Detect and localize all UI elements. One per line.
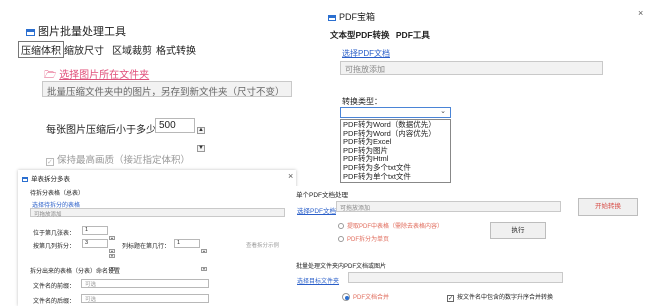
source-section-title: 待拆分表格（总表）: [30, 191, 85, 197]
pdf-close-icon[interactable]: ×: [638, 8, 643, 18]
prefix-input[interactable]: 可选: [81, 279, 209, 288]
extract-table-radio[interactable]: [338, 223, 344, 229]
merge-label: PDF文档合并: [353, 295, 390, 301]
sheet-index-input[interactable]: 1: [82, 226, 108, 235]
split-tool-title-text: 单表拆分多表: [31, 176, 70, 183]
spin-up-icon[interactable]: ▲: [109, 249, 115, 253]
sheet-index-label: 位于第几张表：: [33, 231, 76, 237]
split-pages-label: PDF拆分为单页: [347, 237, 390, 243]
execute-button[interactable]: 执行: [490, 222, 546, 239]
tab-resize[interactable]: 缩放尺寸: [64, 42, 104, 57]
keep-quality-row[interactable]: ✓ 保持最高画质（接近指定体积）: [46, 152, 190, 166]
convert-type-select[interactable]: ⌄: [340, 107, 451, 118]
tab-compress[interactable]: 压缩体积: [18, 41, 64, 58]
select-pdf-link[interactable]: 选择PDF文档: [342, 48, 390, 59]
pdf-tool-title-text: PDF宝箱: [339, 12, 376, 22]
image-tool-title: 图片批量处理工具: [26, 23, 126, 39]
spin-down-icon[interactable]: ▼: [201, 267, 207, 271]
convert-type-label: 转换类型：: [342, 97, 382, 106]
folder-icon: 🗁: [44, 70, 57, 81]
pdf-tool-window: PDF宝箱 × 文本型PDF转换 PDF工具 选择PDF文档 可拖放添加 转换类…: [322, 0, 648, 190]
size-down-icon[interactable]: ▼: [197, 145, 205, 152]
split-column-stepper[interactable]: ▲ ▼: [109, 239, 115, 271]
sort-checkbox[interactable]: ✓: [447, 295, 454, 302]
naming-section-title: 拆分出来的表格（分表）命名设置: [30, 269, 121, 275]
folder-drop-field[interactable]: 批量压缩文件夹中的图片，另存到新文件夹（尺寸不变）: [42, 81, 292, 98]
chevron-down-icon: ⌄: [440, 108, 446, 115]
tab-crop[interactable]: 区域裁剪: [112, 42, 152, 57]
split-column-input[interactable]: 3: [82, 239, 108, 248]
image-tool-title-text: 图片批量处理工具: [38, 26, 126, 38]
extract-table-label: 提取PDF中表格（需除去表格内容）: [347, 224, 444, 230]
pdf-tool-title: PDF宝箱: [328, 10, 375, 23]
single-pdf-section-title: 单个PDF文档处理: [296, 192, 348, 199]
merge-option[interactable]: PDF文档合并: [342, 292, 389, 301]
view-example-link[interactable]: 查看拆分示例: [246, 241, 279, 249]
header-row-value: 1: [177, 240, 181, 246]
single-pdf-drop-field[interactable]: 可拖放添加: [336, 201, 561, 212]
extract-table-option[interactable]: 提取PDF中表格（需除去表格内容）: [338, 221, 443, 230]
pdf-drop-field[interactable]: 可拖放添加: [340, 61, 603, 75]
header-row-input[interactable]: 1: [174, 239, 200, 248]
image-tool-window: 图片批量处理工具 压缩体积 缩放尺寸 区域裁剪 格式转换 🗁 选择图片所在文件夹…: [14, 12, 304, 187]
suffix-label: 文件名的后缀：: [33, 299, 76, 305]
spin-up-icon[interactable]: ▲: [201, 249, 207, 253]
target-folder-field[interactable]: [348, 272, 563, 283]
select-folder-link[interactable]: 选择图片所在文件夹: [59, 70, 149, 81]
size-input[interactable]: 500: [155, 118, 195, 133]
suffix-input[interactable]: 可选: [81, 294, 209, 303]
dropdown-option[interactable]: PDF转为单个txt文件: [343, 172, 448, 182]
pdf-app-icon: [328, 15, 336, 21]
merge-radio[interactable]: [342, 293, 350, 301]
split-pages-radio[interactable]: [338, 236, 344, 242]
tab-pdf-tools[interactable]: PDF工具: [396, 30, 430, 40]
sort-label: 按文件名中包含的数字升序合并转换: [457, 295, 554, 301]
app-icon: [26, 29, 35, 36]
split-close-icon[interactable]: ×: [288, 171, 293, 181]
start-convert-button[interactable]: 开始转换: [578, 198, 638, 216]
convert-type-dropdown: PDF转为Word（数据优先） PDF转为Word（内容优先） PDF转为Exc…: [340, 119, 451, 183]
table-drop-field[interactable]: 可拖放添加: [30, 208, 285, 218]
size-stepper[interactable]: ▲ ▼: [197, 118, 205, 152]
sort-option[interactable]: ✓ 按文件名中包含的数字升序合并转换: [447, 292, 553, 302]
header-row-label: 列标题在第几行：: [122, 244, 171, 250]
sheet-index-stepper[interactable]: ▲ ▼: [109, 226, 115, 258]
tab-text-pdf[interactable]: 文本型PDF转换: [330, 30, 390, 40]
pdf-tabs: 文本型PDF转换 PDF工具: [330, 29, 430, 41]
split-tool-window: 单表拆分多表 × 待拆分表格（总表） 选择待拆分的表格 可拖放添加 位于第几张表…: [18, 170, 296, 306]
batch-section-title: 批量处理文件夹内PDF文档或图片: [296, 264, 387, 270]
split-column-label: 按第几列拆分：: [33, 244, 76, 250]
select-target-folder-link[interactable]: 选择目标文件夹: [297, 276, 339, 285]
size-value: 500: [159, 120, 176, 131]
keep-quality-checkbox[interactable]: ✓: [46, 158, 54, 166]
split-column-value: 3: [85, 240, 89, 246]
single-select-pdf-link[interactable]: 选择PDF文档: [297, 205, 336, 215]
sheet-index-value: 1: [85, 227, 89, 233]
keep-quality-label: 保持最高画质（接近指定体积）: [57, 155, 191, 166]
prefix-label: 文件名的前缀：: [33, 284, 76, 290]
single-pdf-window: 单个PDF文档处理 选择PDF文档 可拖放添加 开始转换 提取PDF中表格（需除…: [290, 186, 648, 306]
split-app-icon: [22, 177, 28, 182]
split-tool-title: 单表拆分多表: [22, 173, 70, 183]
tab-format[interactable]: 格式转换: [156, 42, 196, 57]
size-up-icon[interactable]: ▲: [197, 127, 205, 134]
header-row-stepper[interactable]: ▲ ▼: [201, 239, 207, 271]
split-pages-option[interactable]: PDF拆分为单页: [338, 234, 389, 243]
